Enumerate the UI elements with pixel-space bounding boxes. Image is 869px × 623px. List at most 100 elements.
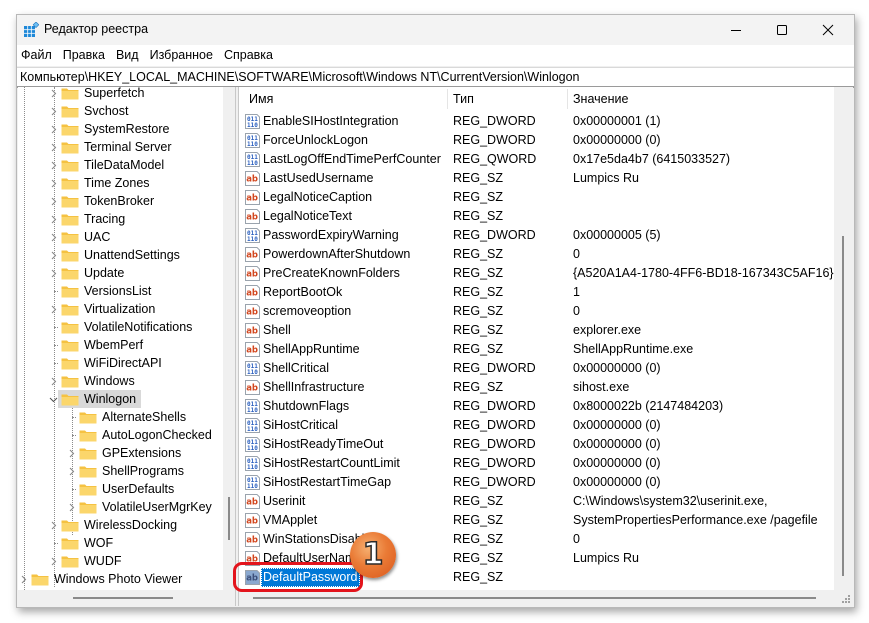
tree-item-content[interactable]: UAC bbox=[58, 228, 115, 246]
value-row[interactable]: 011 110 ShellCritical REG_DWORD 0x00000000 (… bbox=[239, 359, 834, 378]
tree-item-content[interactable]: VolatileNotifications bbox=[58, 318, 197, 336]
list-vertical-scroll-thumb[interactable] bbox=[842, 236, 844, 576]
value-row[interactable]: 011 110 SiHostCritical REG_DWORD 0x00000000 … bbox=[239, 416, 834, 435]
value-row[interactable]: ab WinStationsDisabled REG_SZ 0 bbox=[239, 530, 834, 549]
tree-item-content[interactable]: TileDataModel bbox=[58, 156, 169, 174]
tree-item-content[interactable]: GPExtensions bbox=[76, 444, 186, 462]
tree-item[interactable]: AutoLogonChecked bbox=[66, 426, 217, 444]
value-row[interactable]: 011 110 EnableSIHostIntegration REG_DWORD 0x… bbox=[239, 112, 834, 131]
tree-item-content[interactable]: VolatileUserMgrKey bbox=[76, 498, 217, 516]
column-header-value[interactable]: Значение bbox=[573, 87, 628, 111]
tree-item-content[interactable]: Terminal Server bbox=[58, 138, 177, 156]
tree-item[interactable]: VolatileNotifications bbox=[48, 318, 197, 336]
value-row[interactable]: 011 110 SiHostRestartTimeGap REG_DWORD 0x000… bbox=[239, 473, 834, 492]
value-row[interactable]: ab LegalNoticeText REG_SZ bbox=[239, 207, 834, 226]
value-row[interactable]: ab PreCreateKnownFolders REG_SZ {A520A1A4-1… bbox=[239, 264, 834, 283]
tree-item-content[interactable]: WirelessDocking bbox=[58, 516, 182, 534]
tree-item-content[interactable]: UnattendSettings bbox=[58, 246, 185, 264]
chevron-right-icon[interactable] bbox=[48, 228, 58, 246]
value-row[interactable]: ab LegalNoticeCaption REG_SZ bbox=[239, 188, 834, 207]
tree-item[interactable]: VolatileUserMgrKey bbox=[66, 498, 217, 516]
value-row[interactable]: ab scremoveoption REG_SZ 0 bbox=[239, 302, 834, 321]
tree-item-content[interactable]: WiFiDirectAPI bbox=[58, 354, 167, 372]
value-row[interactable]: 011 110 LastLogOffEndTimePerfCounter REG_QW… bbox=[239, 150, 834, 169]
chevron-down-icon[interactable] bbox=[48, 390, 58, 408]
tree-item[interactable]: Virtualization bbox=[48, 300, 160, 318]
maximize-button[interactable] bbox=[759, 15, 805, 45]
tree-item-content[interactable]: Tracing bbox=[58, 210, 130, 228]
value-row[interactable]: 011 110 ForceUnlockLogon REG_DWORD 0x0000000… bbox=[239, 131, 834, 150]
tree-item-content[interactable]: SystemRestore bbox=[58, 120, 174, 138]
close-button[interactable] bbox=[805, 15, 851, 45]
value-row[interactable]: 011 110 PasswordExpiryWarning REG_DWORD 0x00… bbox=[239, 226, 834, 245]
tree-item[interactable]: WUDF bbox=[48, 552, 127, 570]
chevron-right-icon[interactable] bbox=[48, 102, 58, 120]
tree-item[interactable]: WOF bbox=[48, 534, 118, 552]
value-row[interactable]: ab LastUsedUsername REG_SZ Lumpics Ru bbox=[239, 169, 834, 188]
column-separator[interactable] bbox=[447, 89, 448, 109]
tree-item-content[interactable]: WOF bbox=[58, 534, 118, 552]
chevron-right-icon[interactable] bbox=[48, 120, 58, 138]
tree-vertical-scrollbar[interactable] bbox=[223, 87, 235, 590]
chevron-right-icon[interactable] bbox=[18, 570, 28, 588]
value-row[interactable]: 011 110 SiHostRestartCountLimit REG_DWORD 0x… bbox=[239, 454, 834, 473]
tree-item[interactable]: UAC bbox=[48, 228, 115, 246]
tree-item-content[interactable]: Winlogon bbox=[58, 390, 142, 408]
tree-item[interactable]: Terminal Server bbox=[48, 138, 177, 156]
chevron-right-icon[interactable] bbox=[48, 210, 58, 228]
tree-item[interactable]: Svchost bbox=[48, 102, 133, 120]
chevron-right-icon[interactable] bbox=[66, 498, 76, 516]
tree-item[interactable]: WbemPerf bbox=[48, 336, 148, 354]
tree-item-content[interactable]: TokenBroker bbox=[58, 192, 159, 210]
chevron-right-icon[interactable] bbox=[48, 138, 58, 156]
tree-item[interactable]: Tracing bbox=[48, 210, 130, 228]
tree-horizontal-scrollbar[interactable] bbox=[18, 590, 235, 605]
value-row[interactable]: ab ShellAppRuntime REG_SZ ShellAppRuntime.e… bbox=[239, 340, 834, 359]
value-row[interactable]: ab PowerdownAfterShutdown REG_SZ 0 bbox=[239, 245, 834, 264]
chevron-right-icon[interactable] bbox=[48, 300, 58, 318]
chevron-right-icon[interactable] bbox=[48, 552, 58, 570]
value-row[interactable]: 011 110 ShutdownFlags REG_DWORD 0x8000022b (… bbox=[239, 397, 834, 416]
tree-item[interactable]: UnattendSettings bbox=[48, 246, 185, 264]
chevron-right-icon[interactable] bbox=[48, 192, 58, 210]
tree-item[interactable]: Windows Photo Viewer bbox=[18, 570, 187, 588]
chevron-right-icon[interactable] bbox=[66, 462, 76, 480]
tree-item-content[interactable]: Windows Photo Viewer bbox=[28, 570, 187, 588]
tree-item-content[interactable]: UserDefaults bbox=[76, 480, 179, 498]
tree-item[interactable]: VersionsList bbox=[48, 282, 156, 300]
value-row[interactable]: ab ShellInfrastructure REG_SZ sihost.exe bbox=[239, 378, 834, 397]
tree-item[interactable]: Update bbox=[48, 264, 129, 282]
value-row[interactable]: ab Shell REG_SZ explorer.exe bbox=[239, 321, 834, 340]
tree-item[interactable]: Time Zones bbox=[48, 174, 155, 192]
column-header-name[interactable]: Имя bbox=[249, 87, 273, 111]
minimize-button[interactable] bbox=[713, 15, 759, 45]
tree-vertical-scroll-thumb[interactable] bbox=[228, 497, 230, 540]
tree-item[interactable]: AlternateShells bbox=[66, 408, 191, 426]
value-row[interactable]: 011 110 SiHostReadyTimeOut REG_DWORD 0x00000… bbox=[239, 435, 834, 454]
tree-item[interactable]: WiFiDirectAPI bbox=[48, 354, 167, 372]
tree-item-content[interactable]: VersionsList bbox=[58, 282, 156, 300]
tree-item[interactable]: GPExtensions bbox=[66, 444, 186, 462]
tree-item[interactable]: ShellPrograms bbox=[66, 462, 189, 480]
value-row[interactable]: ab ReportBootOk REG_SZ 1 bbox=[239, 283, 834, 302]
tree-item-content[interactable]: Virtualization bbox=[58, 300, 160, 318]
chevron-right-icon[interactable] bbox=[48, 264, 58, 282]
menu-file[interactable]: Файл bbox=[17, 45, 57, 66]
chevron-right-icon[interactable] bbox=[48, 174, 58, 192]
tree-item[interactable]: Superfetch bbox=[48, 87, 149, 102]
menu-help[interactable]: Справка bbox=[219, 45, 278, 66]
column-separator[interactable] bbox=[567, 89, 568, 109]
address-bar[interactable]: Компьютер\HKEY_LOCAL_MACHINE\SOFTWARE\Mi… bbox=[17, 67, 854, 88]
tree-item[interactable]: SystemRestore bbox=[48, 120, 174, 138]
menu-view[interactable]: Вид bbox=[111, 45, 144, 66]
tree-item[interactable]: TokenBroker bbox=[48, 192, 159, 210]
column-header-type[interactable]: Тип bbox=[453, 87, 474, 111]
menu-favorites[interactable]: Избранное bbox=[145, 45, 218, 66]
tree-item-content[interactable]: AutoLogonChecked bbox=[76, 426, 217, 444]
tree-item[interactable]: WirelessDocking bbox=[48, 516, 182, 534]
tree-item[interactable]: TileDataModel bbox=[48, 156, 169, 174]
tree-item-content[interactable]: WUDF bbox=[58, 552, 127, 570]
list-vertical-scrollbar[interactable] bbox=[834, 87, 853, 590]
chevron-right-icon[interactable] bbox=[48, 246, 58, 264]
tree-item-content[interactable]: Svchost bbox=[58, 102, 133, 120]
